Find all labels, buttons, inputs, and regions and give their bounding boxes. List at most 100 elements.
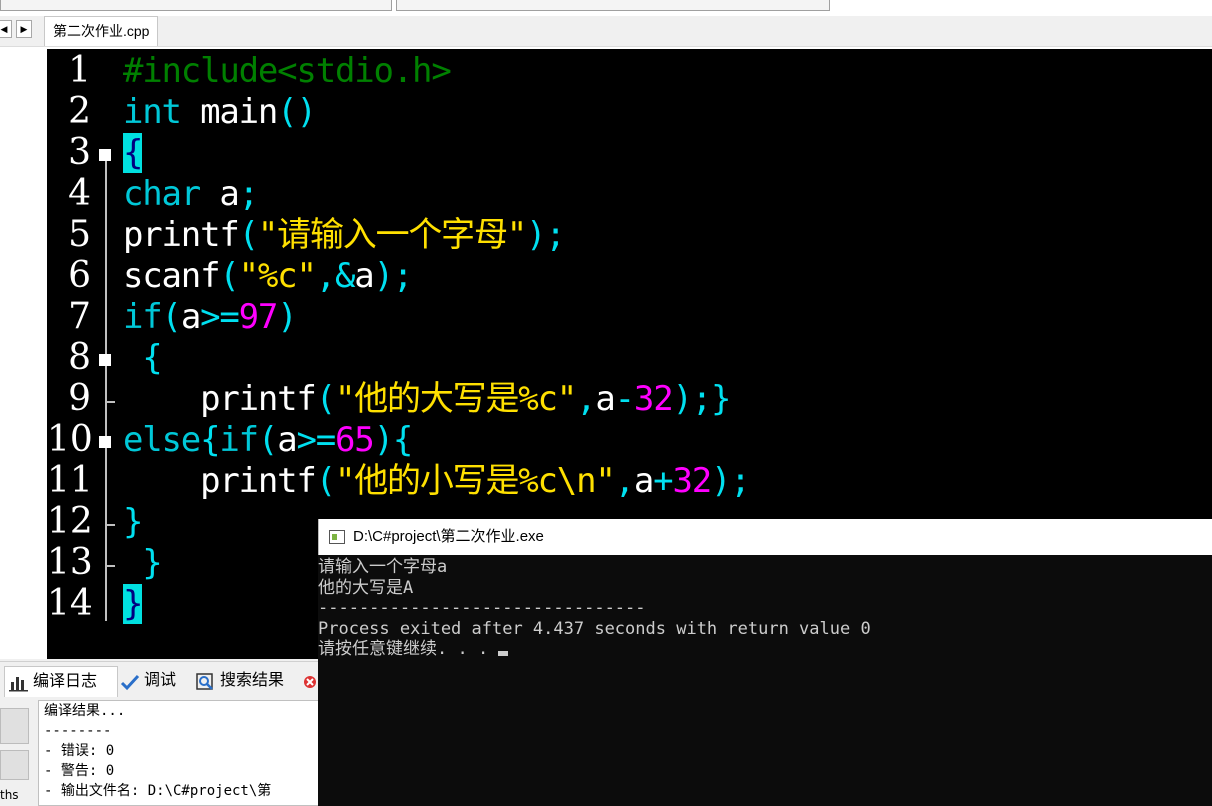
tab-scroll-left-button[interactable]: ◀ <box>0 20 12 38</box>
code-line[interactable]: printf("他的大写是%c",a-32);} <box>123 379 731 419</box>
search-icon <box>196 672 216 690</box>
fold-guide <box>105 161 107 621</box>
code-token: { <box>123 133 143 173</box>
tab-debug-label: 调试 <box>144 672 177 689</box>
console-line: 请按任意键继续. . . <box>318 639 871 660</box>
fold-marker-icon[interactable] <box>99 149 111 161</box>
side-text: ths <box>0 788 19 802</box>
code-line[interactable]: int main() <box>123 92 317 132</box>
log-line: - 错误: 0 <box>44 743 115 759</box>
console-window[interactable]: D:\C#project\第二次作业.exe 请输入一个字母a 他的大写是A ---… <box>318 519 1212 806</box>
code-token: ( <box>161 297 182 337</box>
tab-close-results[interactable] <box>300 666 320 696</box>
console-app-icon <box>329 530 345 544</box>
log-side-button-1[interactable] <box>0 708 29 744</box>
log-line: 编译结果... <box>44 703 126 719</box>
code-token: ); <box>526 215 566 255</box>
fold-end-tick <box>105 401 115 403</box>
code-token: 32 <box>633 379 674 419</box>
line-number: 14 <box>47 583 93 624</box>
code-token: "请输入一个字母" <box>257 215 527 255</box>
code-token: } <box>123 584 143 624</box>
fold-end-tick <box>105 565 115 567</box>
code-token: char <box>123 174 201 214</box>
fold-end-tick <box>105 524 115 526</box>
code-line[interactable]: char a; <box>123 174 259 214</box>
code-token: >= <box>296 420 336 460</box>
file-tab[interactable]: 第二次作业.cpp <box>44 16 159 46</box>
tab-debug[interactable]: 调试 <box>116 666 192 696</box>
toolbar-blank <box>832 0 1212 16</box>
code-token: { <box>123 338 162 378</box>
console-line-text: -------------------------------- <box>318 598 646 618</box>
line-number: 6 <box>68 255 91 296</box>
code-token: a <box>277 420 297 460</box>
console-output: 请输入一个字母a 他的大写是A --------------------------… <box>318 557 871 660</box>
line-number: 3 <box>68 132 91 173</box>
code-token: ){ <box>373 420 414 460</box>
line-number: 13 <box>47 542 93 583</box>
code-token: , <box>576 379 596 419</box>
code-line[interactable]: } <box>123 543 162 583</box>
code-token: if <box>219 420 259 460</box>
code-token: a <box>633 461 654 501</box>
console-cursor <box>498 651 509 656</box>
code-token: } <box>123 543 162 583</box>
fold-marker-icon[interactable] <box>99 354 111 366</box>
log-line: -------- <box>44 723 112 739</box>
code-token: "%c" <box>238 256 317 296</box>
console-titlebar[interactable]: D:\C#project\第二次作业.exe <box>318 519 1212 555</box>
code-token: a <box>200 174 239 214</box>
code-token: scanf <box>123 256 221 296</box>
code-token: + <box>653 461 673 501</box>
console-line: -------------------------------- <box>318 598 871 619</box>
log-side-button-2[interactable] <box>0 750 29 780</box>
code-token: ( <box>257 420 278 460</box>
code-line[interactable]: printf("请输入一个字母"); <box>123 215 566 255</box>
line-number: 12 <box>47 501 93 542</box>
line-number: 7 <box>68 296 91 337</box>
console-title: D:\C#project\第二次作业.exe <box>353 528 544 545</box>
code-line[interactable]: else{if(a>=65){ <box>123 420 414 460</box>
line-number: 1 <box>68 50 91 91</box>
line-number: 10 <box>47 419 93 460</box>
bottom-panel-tabs: 编译日志 调试 搜索结果 <box>0 661 320 700</box>
bar-chart-icon <box>9 673 29 692</box>
line-number: 11 <box>47 460 93 501</box>
code-token: a <box>354 256 374 296</box>
code-line[interactable]: } <box>123 502 143 542</box>
code-line[interactable]: { <box>123 338 162 378</box>
console-line: Process exited after 4.437 seconds with … <box>318 619 871 640</box>
code-line[interactable]: { <box>123 133 143 173</box>
code-line[interactable]: printf("他的小写是%c\n",a+32); <box>123 461 751 501</box>
code-token: a <box>180 297 201 337</box>
code-token: "他的大写是%c" <box>334 379 577 419</box>
code-token: { <box>200 420 220 460</box>
code-token: ( <box>238 215 259 255</box>
code-token: main <box>180 92 278 132</box>
tab-scroll-right-button[interactable]: ▶ <box>16 20 32 38</box>
code-token: 97 <box>238 297 279 337</box>
console-line-text: Process exited after 4.437 seconds with … <box>318 618 871 639</box>
console-line: 他的大写是A <box>318 578 871 599</box>
fold-marker-icon[interactable] <box>99 436 111 448</box>
toolbar-combo-left[interactable] <box>0 0 392 11</box>
log-side-buttons: ths <box>0 700 36 806</box>
toolbar-combo-right[interactable] <box>396 0 830 11</box>
code-line[interactable]: scanf("%c",&a); <box>123 256 413 296</box>
code-line[interactable]: } <box>123 584 143 624</box>
code-token: 65 <box>335 420 375 460</box>
line-number: 4 <box>68 173 91 214</box>
editor-tab-strip: ◀ ▶ 第二次作业.cpp <box>0 16 1212 47</box>
code-token: if <box>123 297 163 337</box>
code-token: 32 <box>672 461 712 501</box>
console-line-text: 他的大写是A <box>318 577 414 598</box>
tab-search-results[interactable]: 搜索结果 <box>192 666 300 696</box>
code-token: int <box>123 92 182 132</box>
tab-compile-log[interactable]: 编译日志 <box>4 666 118 697</box>
code-token: ( <box>315 461 336 501</box>
code-line[interactable]: if(a>=97) <box>123 297 298 337</box>
toolbar-strip <box>0 0 1212 16</box>
code-token: printf <box>123 379 317 419</box>
code-line[interactable]: #include<stdio.h> <box>123 51 452 91</box>
